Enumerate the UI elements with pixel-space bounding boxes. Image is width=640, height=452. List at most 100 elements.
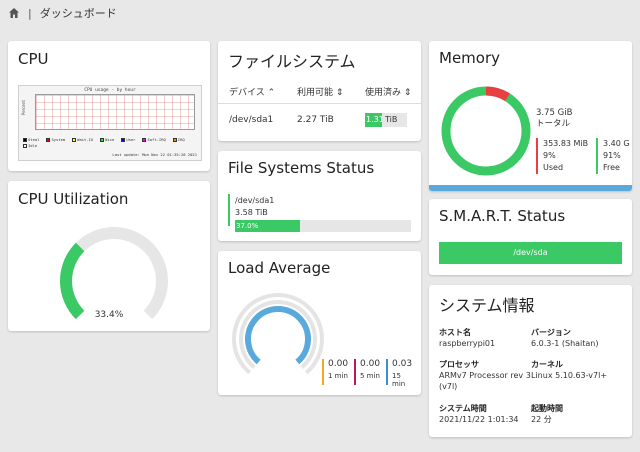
graph-last-update: Last update: Mon Nov 22 01:35:28 2021 xyxy=(112,152,197,157)
memory-footer-bar xyxy=(429,185,632,191)
version-field: バージョン 6.0.3-1 (Shaitan) xyxy=(531,327,626,349)
page-title: ダッシュボード xyxy=(39,7,117,20)
load-5min-value: 0.00 xyxy=(360,359,381,369)
usage-unit: TiB xyxy=(385,115,398,124)
filesystems-title: ファイルシステム xyxy=(228,52,356,71)
sort-asc-icon: ⌃ xyxy=(267,88,276,98)
memory-total: 3.75 GiB トータル xyxy=(536,108,572,130)
column-available-label: 利用可能 xyxy=(297,88,334,98)
graph-legend: Steal System Wait-IO Nice User Soft-IRQ IRQ Idl… xyxy=(23,137,201,149)
smart-device-status[interactable]: /dev/sda xyxy=(439,242,622,264)
filesystem-size: 3.58 TiB xyxy=(235,208,268,217)
load-5min-label: 5 min xyxy=(360,372,380,380)
hostname-value: raspberrypi01 xyxy=(439,339,496,348)
usage-bar: 1.31 TiB xyxy=(365,113,407,127)
cpu-title: CPU xyxy=(18,50,49,68)
filesystems-widget: ファイルシステム デバイス ⌃ 利用可能 ⇕ 使用済み ⇕ /dev/sda1 … xyxy=(218,41,421,141)
load-average-widget: Load Average 0.00 1 min 0.00 5 min 0.03 … xyxy=(218,251,421,395)
filesystem-device: /dev/sda1 xyxy=(235,196,275,205)
memory-widget: Memory 3.75 GiB トータル 353.83 MiB 9% Used … xyxy=(429,41,632,191)
cpu-usage-graph: CPU usage - by hour Percent Steal System W… xyxy=(18,85,202,161)
memory-total-value: 3.75 GiB xyxy=(536,108,573,118)
legend-swatch xyxy=(142,137,147,142)
hostname-label: ホスト名 xyxy=(439,328,471,337)
breadcrumb-separator: | xyxy=(28,6,32,20)
legend-item: Nice xyxy=(100,137,114,142)
legend-swatch xyxy=(172,137,177,142)
memory-donut-chart xyxy=(441,86,531,176)
load-1min-value: 0.00 xyxy=(328,359,349,369)
legend-item: Idle xyxy=(23,143,37,148)
filesystem-usage-fill: 37.0% xyxy=(235,220,301,232)
legend-swatch xyxy=(100,137,105,142)
uptime-value: 22 分 xyxy=(531,415,552,424)
load-5min: 0.00 5 min xyxy=(354,359,383,385)
system-time-label: システム時間 xyxy=(439,404,487,413)
legend-swatch xyxy=(72,137,77,142)
memory-free: 3.40 G 91% Free xyxy=(596,138,630,174)
cpu-utilization-value: 33.4% xyxy=(94,310,124,320)
kernel-label: カーネル xyxy=(531,360,563,369)
legend-swatch xyxy=(23,143,27,148)
memory-used-percent: 9% xyxy=(543,151,556,160)
cpu-widget: CPU CPU usage - by hour Percent Steal Sys… xyxy=(8,41,210,171)
graph-ylabel: Percent xyxy=(21,100,26,116)
cpu-utilization-widget: CPU Utilization 33.4% xyxy=(8,181,210,331)
legend-label: Wait-IO xyxy=(77,137,94,142)
status-accent xyxy=(228,194,230,226)
graph-title: CPU usage - by hour xyxy=(84,88,136,93)
legend-label: System xyxy=(51,137,66,142)
legend-swatch xyxy=(46,137,51,142)
legend-label: Nice xyxy=(105,137,115,142)
uptime-field: 起動時間 22 分 xyxy=(531,403,626,425)
memory-free-label: Free xyxy=(603,163,620,172)
memory-used-label: Used xyxy=(543,163,564,172)
legend-swatch xyxy=(121,137,126,142)
graph-plot-area xyxy=(35,94,195,130)
table-header: デバイス ⌃ 利用可能 ⇕ 使用済み ⇕ xyxy=(218,85,421,103)
smart-status-widget: S.M.A.R.T. Status /dev/sda xyxy=(429,199,632,275)
cell-device: /dev/sda1 xyxy=(229,115,274,125)
column-used[interactable]: 使用済み ⇕ xyxy=(365,85,411,98)
legend-item: System xyxy=(46,137,65,142)
column-available[interactable]: 利用可能 ⇕ xyxy=(297,85,343,98)
version-label: バージョン xyxy=(531,328,571,337)
kernel-field: カーネル Linux 5.10.63-v7l+ xyxy=(531,359,626,381)
smart-status-title: S.M.A.R.T. Status xyxy=(439,207,566,225)
table-divider xyxy=(218,103,421,104)
cpu-utilization-title: CPU Utilization xyxy=(18,190,129,208)
cell-available: 2.27 TiB xyxy=(297,115,334,125)
load-average-title: Load Average xyxy=(228,259,331,277)
load-1min-label: 1 min xyxy=(328,372,348,380)
load-15min-label: 15 min xyxy=(392,372,406,388)
sort-icon: ⇕ xyxy=(335,88,344,98)
processor-field: プロセッサ ARMv7 Processor rev 3 (v7l) xyxy=(439,359,534,392)
memory-free-percent: 91% xyxy=(603,151,621,160)
filesystem-status-widget: File Systems Status /dev/sda1 3.58 TiB 3… xyxy=(218,151,421,241)
memory-used: 353.83 MiB 9% Used xyxy=(536,138,588,174)
load-average-gauge xyxy=(232,293,324,375)
processor-value: ARMv7 Processor rev 3 (v7l) xyxy=(439,371,531,391)
column-device[interactable]: デバイス ⌃ xyxy=(229,85,275,98)
legend-swatch xyxy=(23,137,27,142)
version-value: 6.0.3-1 (Shaitan) xyxy=(531,339,599,348)
system-time-value: 2021/11/22 1:01:34 xyxy=(439,415,519,424)
legend-label: Steal xyxy=(28,137,40,142)
home-icon[interactable] xyxy=(8,7,20,19)
kernel-value: Linux 5.10.63-v7l+ xyxy=(531,371,608,380)
processor-label: プロセッサ xyxy=(439,360,479,369)
load-15min-value: 0.03 xyxy=(392,359,413,369)
column-used-label: 使用済み xyxy=(365,88,402,98)
system-info-title: システム情報 xyxy=(439,296,535,315)
legend-item: Wait-IO xyxy=(72,137,93,142)
filesystem-usage-bar: 37.0% xyxy=(235,220,411,232)
system-info-widget: システム情報 ホスト名 raspberrypi01 バージョン 6.0.3-1 … xyxy=(429,285,632,437)
load-1min: 0.00 1 min xyxy=(322,359,351,385)
load-15min: 0.03 15 min xyxy=(386,359,415,388)
breadcrumb: | ダッシュボード xyxy=(0,0,640,26)
legend-label: User xyxy=(126,137,136,142)
sort-icon: ⇕ xyxy=(403,88,412,98)
legend-item: IRQ xyxy=(172,137,185,142)
legend-label: IRQ xyxy=(177,137,185,142)
usage-bar-fill: 1.31 xyxy=(365,113,382,127)
